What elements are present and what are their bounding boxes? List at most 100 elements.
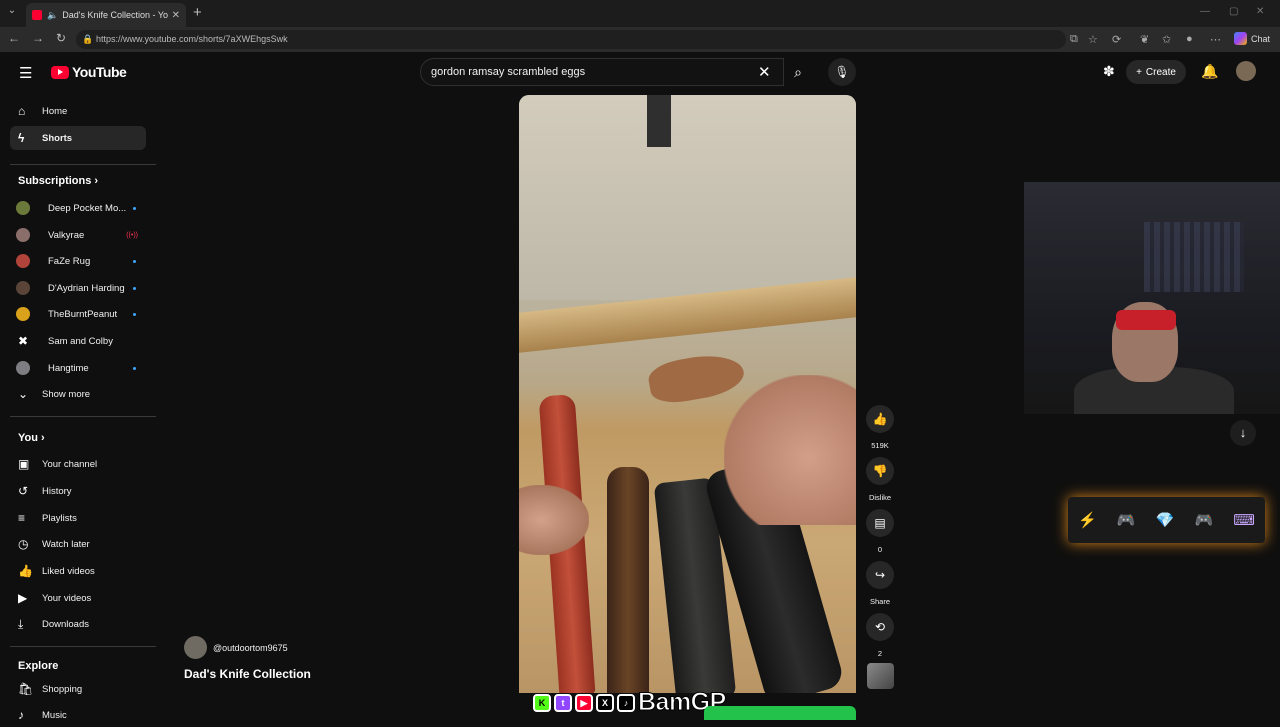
dislike-label: Dislike xyxy=(868,493,892,502)
chevron-right-icon: › xyxy=(41,432,45,444)
sidebar-item-history[interactable]: ↺ History xyxy=(10,479,146,503)
channel-avatar[interactable] xyxy=(184,636,207,659)
you-heading[interactable]: You › xyxy=(18,432,45,444)
shorts-video-player[interactable] xyxy=(519,95,856,693)
youtube-favicon-icon xyxy=(32,10,42,20)
minimize-icon[interactable]: — xyxy=(1200,6,1210,17)
sidebar-item-label: Show more xyxy=(42,388,91,400)
comment-count: 0 xyxy=(877,545,883,554)
stream-alert-bar: ⚡ 🎮 💎 🎮 ⌨ xyxy=(1068,497,1265,543)
youtube-logo[interactable]: YouTube xyxy=(51,64,127,80)
favorites-icon[interactable]: ✩ xyxy=(1162,33,1171,46)
logo-text: YouTube xyxy=(72,64,127,80)
lock-icon: 🔒 xyxy=(82,34,94,44)
sidebar-item-your-channel[interactable]: ▣ Your channel xyxy=(10,452,146,476)
sidebar-item-label: FaZe Rug xyxy=(48,255,91,267)
next-short-button[interactable]: ↓ xyxy=(1230,420,1256,446)
dislike-action[interactable]: 👎 Dislike xyxy=(866,457,894,502)
thumbs-up-icon[interactable]: 👍 xyxy=(866,405,894,433)
forward-icon[interactable]: → xyxy=(32,31,44,45)
show-more-button[interactable]: ⌄ Show more xyxy=(10,382,146,406)
microphone-icon: 🎙 xyxy=(834,65,850,79)
subscriptions-heading[interactable]: Subscriptions › xyxy=(18,175,98,187)
hamburger-menu-icon[interactable]: ☰ xyxy=(19,64,32,82)
sidebar-item-subscription[interactable]: D'Aydrian Harding xyxy=(10,276,146,300)
close-window-icon[interactable]: ✕ xyxy=(1256,6,1264,17)
new-content-dot xyxy=(133,312,136,316)
new-content-dot xyxy=(133,206,136,210)
share-label: Share xyxy=(869,597,890,606)
live-indicator-icon: ((•)) xyxy=(126,231,138,239)
sidebar-item-label: Valkyrae xyxy=(48,229,85,241)
comments-action[interactable]: ▤ 0 xyxy=(866,509,894,554)
like-count: 519K xyxy=(871,441,889,450)
sidebar-item-subscription[interactable]: Valkyrae ((•)) xyxy=(10,223,146,247)
share-action[interactable]: ↪ Share xyxy=(866,561,894,606)
share-arrow-icon[interactable]: ↪ xyxy=(866,561,894,589)
back-icon[interactable]: ← xyxy=(8,31,20,45)
divider xyxy=(10,416,156,417)
address-bar[interactable]: 🔒 https://www.youtube.com/shorts/7aXWEhg… xyxy=(76,30,1066,49)
profile-icon[interactable]: ● xyxy=(1186,33,1193,45)
tab-list-icon[interactable]: ⌄ xyxy=(4,5,20,21)
maximize-icon[interactable]: ▢ xyxy=(1229,6,1238,17)
clear-search-icon[interactable]: ✕ xyxy=(758,63,771,81)
channel-info[interactable]: @outdoortom9675 xyxy=(184,636,288,659)
like-action[interactable]: 👍 519K xyxy=(866,405,894,450)
more-menu-icon[interactable]: ⋯ xyxy=(1210,33,1221,46)
browser-tab[interactable]: 🔈 Dad's Knife Collection - YouTube ✕ xyxy=(26,3,186,27)
comment-icon[interactable]: ▤ xyxy=(866,509,894,537)
channel-avatar xyxy=(16,281,30,295)
youtube-play-icon xyxy=(51,65,69,79)
sidebar-item-downloads[interactable]: ⤓ Downloads xyxy=(10,612,146,636)
new-tab-button[interactable]: + xyxy=(193,4,202,21)
close-tab-icon[interactable]: ✕ xyxy=(172,10,180,21)
sidebar-item-your-videos[interactable]: ▶ Your videos xyxy=(10,586,146,610)
video-frame-brown-sheath xyxy=(607,467,649,693)
plus-icon: + xyxy=(1136,66,1142,78)
search-input[interactable]: gordon ramsay scrambled eggs xyxy=(420,58,784,86)
copilot-chat-button[interactable]: Chat xyxy=(1234,32,1270,45)
extensions-icon[interactable]: ⟳ xyxy=(1112,33,1121,46)
reload-icon[interactable]: ↻ xyxy=(56,31,66,45)
search-icon: ⌕ xyxy=(794,64,802,80)
avatar[interactable] xyxy=(1236,61,1256,81)
sound-thumbnail[interactable] xyxy=(867,663,894,689)
favorite-star-icon[interactable]: ☆ xyxy=(1088,33,1098,46)
channel-avatar xyxy=(16,228,30,242)
sidebar-item-liked-videos[interactable]: 👍 Liked videos xyxy=(10,559,146,583)
voice-search-button[interactable]: 🎙 xyxy=(828,58,856,86)
notifications-bell-icon[interactable]: 🔔 xyxy=(1201,63,1218,80)
sidebar-item-music[interactable]: ♪ Music xyxy=(10,703,146,727)
split-screen-icon[interactable]: ⧉ xyxy=(1070,33,1078,46)
channel-handle[interactable]: @outdoortom9675 xyxy=(213,643,288,653)
shopping-bag-icon: 🛍 xyxy=(18,682,34,696)
sidebar-item-shorts[interactable]: ϟ Shorts xyxy=(10,126,146,150)
sidebar-item-subscription[interactable]: TheBurntPeanut xyxy=(10,302,146,326)
gamepad-icon: 🎮 xyxy=(1194,512,1214,529)
thumbs-down-icon[interactable]: 👎 xyxy=(866,457,894,485)
sidebar-item-watch-later[interactable]: ◷ Watch later xyxy=(10,532,146,556)
sidebar-item-subscription[interactable]: FaZe Rug xyxy=(10,249,146,273)
sidebar-item-subscription[interactable]: Hangtime xyxy=(10,356,146,380)
remix-action[interactable]: ⟲ 2 xyxy=(866,613,894,658)
sidebar-item-playlists[interactable]: ≡ Playlists xyxy=(10,506,146,530)
clock-icon: ◷ xyxy=(18,537,29,551)
search-button[interactable]: ⌕ xyxy=(784,58,812,86)
studio-icon[interactable]: ✽ xyxy=(1103,63,1115,80)
channel-avatar xyxy=(16,254,30,268)
create-button[interactable]: + Create xyxy=(1126,60,1186,84)
sidebar-item-label: Playlists xyxy=(42,512,77,524)
channel-avatar xyxy=(16,201,30,215)
sidebar-item-subscription[interactable]: ✖ Sam and Colby xyxy=(10,329,146,353)
collections-icon[interactable]: ❦ xyxy=(1140,33,1149,46)
sidebar-item-shopping[interactable]: 🛍 Shopping xyxy=(10,677,146,701)
twitch-icon: t xyxy=(554,693,572,712)
webcam-shelf xyxy=(1144,222,1244,292)
sidebar-item-subscription[interactable]: Deep Pocket Mo... xyxy=(10,196,146,220)
channel-avatar xyxy=(16,307,30,321)
speaker-icon[interactable]: 🔈 xyxy=(47,10,58,21)
sidebar-item-home[interactable]: ⌂ Home xyxy=(10,99,146,123)
sidebar-item-label: Liked videos xyxy=(42,565,95,577)
remix-icon[interactable]: ⟲ xyxy=(866,613,894,641)
